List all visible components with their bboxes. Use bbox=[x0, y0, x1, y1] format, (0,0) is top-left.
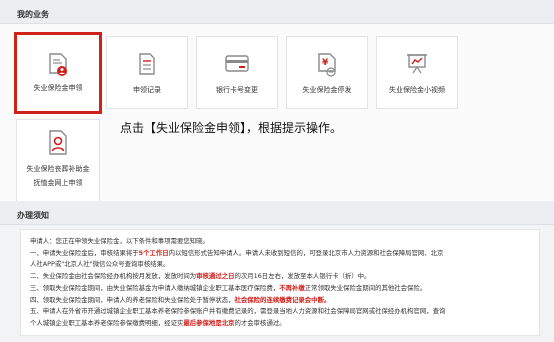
notice-line: 五、申请人在外省市开通过城镇企业职工基本养老保险参保账户并有缴费记录的，需登录当… bbox=[30, 306, 530, 318]
tile-label: 申领记录 bbox=[133, 86, 161, 94]
section-header-my-business: 我的业务 bbox=[0, 0, 554, 24]
notice-text: 正常领取失业保险金期间的其他社会保险。 bbox=[304, 283, 427, 292]
notice-text: 二、失业保险金由社会保险经办机构按月发放，发放时间为 bbox=[30, 272, 197, 281]
bank-card-icon bbox=[197, 53, 277, 77]
tile-unemployment-benefit-stop[interactable]: ¥ 失业保险金停发 bbox=[286, 36, 368, 109]
notice-text: 人社APP或"北京人社"微信公众号查询审核结果。 bbox=[30, 260, 170, 269]
section-title: 办理须知 bbox=[17, 211, 49, 220]
notice-highlight: 审核通过之日 bbox=[196, 272, 235, 281]
notice-highlight: 5个工作日 bbox=[138, 248, 169, 257]
notice-line: 三、领取失业保险金期间，由失业保险基金为申请人缴纳城镇企业职工基本医疗保险费，不… bbox=[30, 283, 530, 295]
notice-text: 四、领取失业保险金期间，申请人的养老保险和失业保险处于暂停状态， bbox=[30, 295, 235, 304]
tile-label: 银行卡号变更 bbox=[216, 86, 258, 94]
tile-benefit-video[interactable]: 失业保险金小视频 bbox=[376, 36, 458, 109]
notice-text: 内以短信形式告知申请人。申请人未收到短信的，可登录北京市人力资源和社会保障局官网… bbox=[168, 248, 444, 257]
notice-highlight: 最后参保地是北京 bbox=[183, 318, 235, 327]
notice-text: 申请人：您正在申领失业保险金，以下条件和事项需要您知晓。 bbox=[30, 237, 209, 245]
tile-bank-card-change[interactable]: 银行卡号变更 bbox=[196, 36, 278, 109]
notice-line: 四、领取失业保险金期间，申请人的养老保险和失业保险处于暂停状态，社会保险的连续缴… bbox=[30, 295, 530, 307]
person-card-icon bbox=[17, 130, 99, 155]
notice-line: 二、失业保险金由社会保险经办机构按月发放，发放时间为审核通过之日的次月16日左右… bbox=[30, 271, 530, 283]
notice-text: 三、领取失业保险金期间，由失业保险基金为申请人缴纳城镇企业职工基本医疗保险费， bbox=[30, 283, 280, 292]
presentation-icon bbox=[377, 53, 457, 77]
section-title: 我的业务 bbox=[17, 10, 49, 19]
document-yen-icon: ¥ bbox=[287, 53, 367, 77]
notice-line: 一、申请失业保险金后，审核结果将于5个工作日内以短信形式告知申请人。申请人未收到… bbox=[30, 248, 530, 260]
notice-text: 的才会审核通过。 bbox=[234, 318, 286, 327]
tile-label-line: 抚恤金网上申领 bbox=[33, 179, 83, 187]
section-header-guide: 办理须知 bbox=[0, 201, 554, 225]
tile-label: 失业保险丧葬补助金 抚恤金网上申领 bbox=[17, 162, 99, 190]
tile-application-records[interactable]: 申领记录 bbox=[106, 36, 188, 109]
operation-hint: 点击【失业保险金申领】，根据提示操作。 bbox=[120, 121, 343, 135]
tile-label-line: 失业保险丧葬补助金 bbox=[26, 165, 90, 173]
notice-line: 个人城镇企业职工基本养老保险参保缴费明细，经证实最后参保地是北京的才会审核通过。 bbox=[30, 318, 530, 330]
tile-funeral-subsidy-apply[interactable]: 失业保险丧葬补助金 抚恤金网上申领 bbox=[16, 119, 100, 203]
notice-line: 申请人：您正在申领失业保险金，以下条件和事项需要您知晓。 bbox=[30, 236, 530, 248]
tile-label: 失业保险金小视频 bbox=[389, 86, 445, 94]
notice-highlight: 社会保险的连续缴费记录会中断。 bbox=[234, 295, 331, 304]
document-person-icon bbox=[17, 53, 99, 77]
notice-text: 五、申请人在外省市开通过城镇企业职工基本养老保险参保账户并有缴费记录的，需登录当… bbox=[30, 307, 446, 316]
business-panel: 失业保险金申领 申领记录 银行卡号变更 ¥ 失业保险金停发 失业保险金小视频 失… bbox=[0, 24, 554, 203]
svg-text:¥: ¥ bbox=[322, 58, 329, 68]
tile-unemployment-benefit-apply[interactable]: 失业保险金申领 bbox=[14, 32, 102, 114]
notice-highlight: 不再补缴 bbox=[279, 283, 305, 292]
notice-text: 个人城镇企业职工基本养老保险参保缴费明细，经证实 bbox=[30, 318, 184, 327]
tile-label: 失业保险金申领 bbox=[33, 84, 83, 92]
notice-line: 人社APP或"北京人社"微信公众号查询审核结果。 bbox=[30, 259, 530, 271]
notice-box: 申请人：您正在申领失业保险金，以下条件和事项需要您知晓。 一、申请失业保险金后，… bbox=[20, 229, 540, 336]
tile-label: 失业保险金停发 bbox=[302, 86, 352, 94]
notice-text: 一、申请失业保险金后，审核结果将于 bbox=[30, 248, 139, 257]
notice-text: 的次月16日左右，发放至本人银行卡（折）中。 bbox=[234, 272, 371, 281]
document-list-icon bbox=[107, 53, 187, 77]
